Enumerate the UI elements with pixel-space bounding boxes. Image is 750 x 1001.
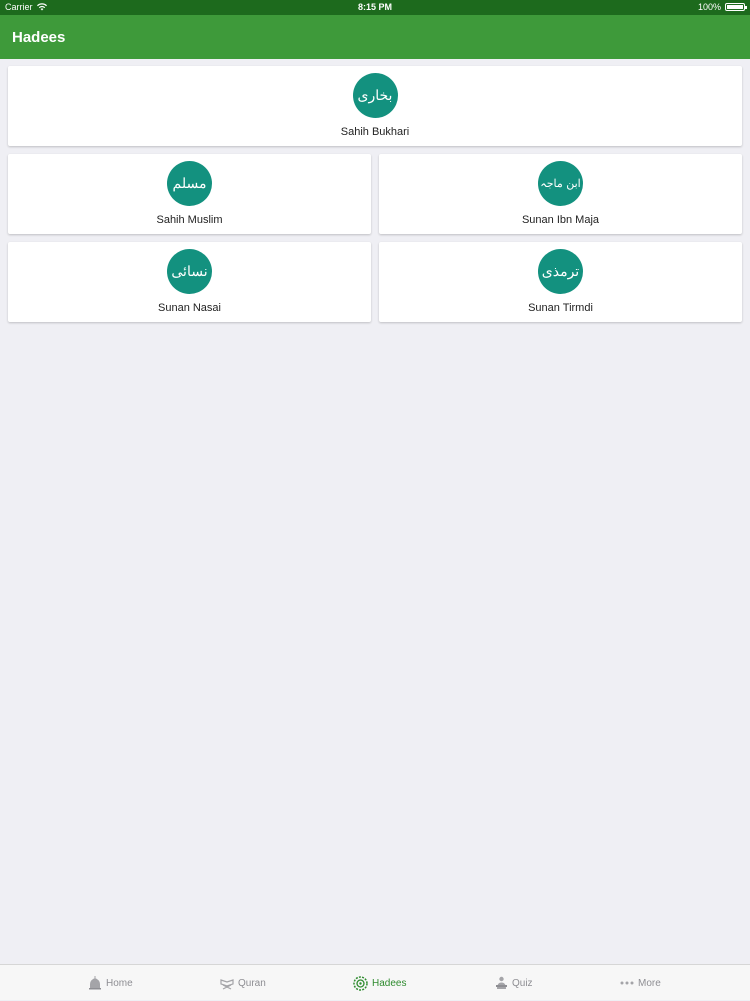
status-time: 8:15 PM	[357, 2, 392, 12]
book-title: Sahih Muslim	[156, 214, 223, 226]
tab-quiz[interactable]: Quiz	[495, 965, 533, 1001]
status-bar: Carrier 8:15 PM 100%	[0, 0, 750, 15]
book-card-sahih-bukhari[interactable]: بخاری Sahih Bukhari	[8, 66, 742, 146]
ibn-maja-emblem-icon: ابن ماجہ	[538, 161, 583, 206]
tab-quran[interactable]: Quran	[220, 965, 266, 1001]
battery-indicator: 100%	[697, 2, 747, 12]
book-card-sunan-ibn-maja[interactable]: ابن ماجہ Sunan Ibn Maja	[379, 154, 742, 234]
book-card-sahih-muslim[interactable]: مسلم Sahih Muslim	[8, 154, 371, 234]
more-dots-icon	[620, 981, 634, 985]
tab-label: Hadees	[372, 977, 407, 989]
book-card-sunan-nasai[interactable]: نسائی Sunan Nasai	[8, 242, 371, 322]
tab-label: Home	[106, 977, 133, 989]
tab-label: Quran	[238, 977, 266, 989]
battery-icon	[725, 3, 747, 11]
battery-percent: 100%	[697, 2, 721, 12]
tab-label: Quiz	[512, 977, 533, 989]
tab-bar: Home Quran Hadees Quiz More	[0, 964, 750, 1000]
muslim-emblem-icon: مسلم	[167, 161, 212, 206]
bukhari-emblem-icon: بخاری	[352, 73, 398, 118]
page-title: Hadees	[12, 29, 66, 46]
book-title: Sunan Tirmdi	[528, 302, 593, 314]
tab-label: More	[638, 977, 661, 989]
tirmdi-emblem-icon: ترمذی	[538, 249, 583, 294]
hadees-emblem-icon	[353, 975, 368, 991]
nasai-emblem-icon: نسائی	[167, 249, 212, 294]
book-title: Sahih Bukhari	[340, 126, 410, 138]
person-reading-icon	[496, 976, 507, 989]
navigation-bar: Hadees	[0, 15, 750, 59]
book-card-sunan-tirmdi[interactable]: ترمذی Sunan Tirmdi	[379, 242, 742, 322]
book-title: Sunan Nasai	[158, 302, 221, 314]
tab-hadees[interactable]: Hadees	[353, 965, 406, 1001]
book-title: Sunan Ibn Maja	[521, 214, 600, 226]
tab-home[interactable]: Home	[88, 965, 133, 1001]
tab-more[interactable]: More	[620, 965, 661, 1001]
mosque-icon	[89, 976, 101, 990]
quran-stand-icon	[220, 979, 234, 990]
